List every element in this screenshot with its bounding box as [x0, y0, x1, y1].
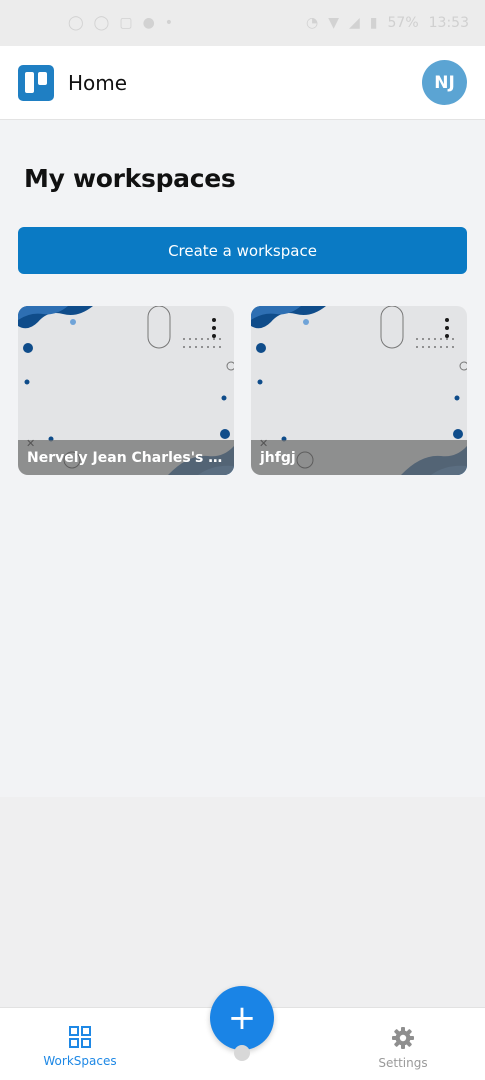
workspace-card[interactable]: ✕ Nervely Jean Charles's w... — [18, 306, 234, 475]
gear-icon — [392, 1027, 414, 1049]
main-content: My workspaces Create a workspace ✕ Nerve… — [0, 120, 485, 797]
status-bar: ◯ ◯ ▢ ● • ◔ ▼ ◢ ▮ 57% 13:53 — [0, 0, 485, 46]
signal-icon: ◢ — [349, 15, 360, 31]
wifi-icon: ▼ — [328, 15, 340, 31]
nav-item-settings[interactable]: Settings — [348, 1026, 458, 1070]
app-bar: Home NJ — [0, 46, 485, 120]
workspace-name: Nervely Jean Charles's w... — [18, 440, 234, 475]
battery-icon: ▮ — [369, 15, 378, 31]
person-icon: ● — [142, 15, 155, 31]
app-logo-icon[interactable] — [18, 64, 54, 101]
nav-label-settings: Settings — [378, 1056, 428, 1070]
battery-level: 57% — [387, 15, 419, 31]
section-heading: My workspaces — [24, 164, 236, 193]
status-bar-left: ◯ ◯ ▢ ● • — [68, 15, 173, 31]
whatsapp-icon: ◯ — [93, 15, 110, 31]
workspace-name: jhfgj — [251, 440, 467, 475]
nav-label-workspaces: WorkSpaces — [43, 1054, 117, 1068]
home-indicator — [234, 1045, 250, 1061]
add-button[interactable]: + — [210, 986, 274, 1050]
card-menu-icon[interactable] — [210, 318, 218, 338]
dot-icon: • — [164, 15, 174, 31]
card-menu-icon[interactable] — [443, 318, 451, 338]
page-title: Home — [68, 70, 128, 95]
empty-area — [0, 797, 485, 1007]
avatar[interactable]: NJ — [422, 60, 467, 105]
alarm-icon: ◔ — [306, 15, 319, 31]
create-workspace-button[interactable]: Create a workspace — [18, 227, 467, 274]
nav-item-workspaces[interactable]: WorkSpaces — [25, 1026, 135, 1068]
clock: 13:53 — [428, 15, 469, 31]
grid-icon — [69, 1026, 91, 1048]
whatsapp-icon: ◯ — [68, 15, 84, 31]
workspace-card[interactable]: ✕ jhfgj — [251, 306, 467, 475]
status-bar-right: ◔ ▼ ◢ ▮ 57% 13:53 — [306, 15, 469, 31]
image-icon: ▢ — [119, 15, 133, 31]
